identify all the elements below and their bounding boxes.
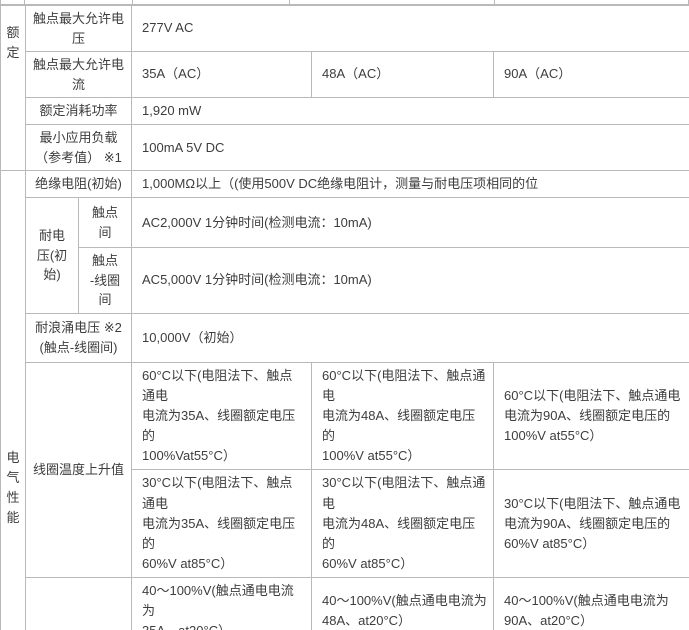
row-power-consumption: 额定消耗功率 1,920 mW <box>1 98 689 125</box>
row-insulation-resistance: 电 气 性 能 绝缘电阻(初始) 1,000MΩ以上（(使用500V DC绝缘电… <box>1 171 689 198</box>
temp-rise-100pct-35a: 60°C以下(电阻法下、触点通电 电流为35A、线圈额定电压的 100%Vat5… <box>132 362 312 470</box>
contacts-coil-value: AC5,000V 1分钟时间(检测电流：10mA) <box>132 248 689 314</box>
group-rated: 额 定 <box>1 6 26 171</box>
partial-top-divider <box>24 0 25 4</box>
power-consumption-label: 额定消耗功率 <box>26 98 132 125</box>
temp-rise-60pct-35a: 30°C以下(电阻法下、触点通电 电流为35A、线圈额定电压的 60%V at8… <box>132 470 312 578</box>
min-load-value: 100mA 5V DC <box>132 125 689 171</box>
partial-top-divider <box>494 0 495 4</box>
surge-voltage-label: 耐浪涌电压 ※2 (触点-线圈间) <box>26 313 132 362</box>
row-surge-voltage: 耐浪涌电压 ※2 (触点-线圈间) 10,000V（初始） <box>1 313 689 362</box>
max-contact-current-label: 触点最大允许电 流 <box>26 52 132 98</box>
partial-top-divider <box>289 0 290 4</box>
coil-temp-rise-label: 线圈温度上升值 <box>26 362 132 577</box>
insulation-resistance-label: 绝缘电阻(初始) <box>26 171 132 198</box>
spec-page: 额 定 触点最大允许电 压 277V AC 触点最大允许电 流 35A（AC） … <box>0 0 689 630</box>
max-contact-voltage-value: 277V AC <box>132 6 689 52</box>
min-load-label: 最小应用负载 （参考值） ※1 <box>26 125 132 171</box>
row-temp-rise-100pct: 线圈温度上升值 60°C以下(电阻法下、触点通电 电流为35A、线圈额定电压的 … <box>1 362 689 470</box>
row-withstand-contacts-coil: 触点 -线圈 间 AC5,000V 1分钟时间(检测电流：10mA) <box>1 248 689 314</box>
coil-holding-voltage-label: 线圈保持电压 ※3 <box>26 578 132 630</box>
row-max-contact-voltage: 额 定 触点最大允许电 压 277V AC <box>1 6 689 52</box>
max-contact-voltage-label: 触点最大允许电 压 <box>26 6 132 52</box>
between-contacts-label: 触点 间 <box>79 198 132 248</box>
row-max-contact-current: 触点最大允许电 流 35A（AC） 48A（AC） 90A（AC） <box>1 52 689 98</box>
temp-rise-100pct-48a: 60°C以下(电阻法下、触点通电 电流为48A、线圈额定电压的 100%V at… <box>312 362 494 470</box>
temp-rise-60pct-48a: 30°C以下(电阻法下、触点通电 电流为48A、线圈额定电压的 60%V at8… <box>312 470 494 578</box>
partial-top-divider <box>132 0 133 4</box>
holding-voltage-20c-48a: 40～100%V(触点通电电流为 48A、at20°C） <box>312 578 494 630</box>
max-contact-current-90a: 90A（AC） <box>494 52 689 98</box>
withstand-voltage-label: 耐电 压(初 始) <box>26 198 79 314</box>
temp-rise-100pct-90a: 60°C以下(电阻法下、触点通电 电流为90A、线圈额定电压的 100%V at… <box>494 362 689 470</box>
row-holding-voltage-20c: 线圈保持电压 ※3 40～100%V(触点通电电流为 35A、at20°C） 4… <box>1 578 689 630</box>
surge-voltage-value: 10,000V（初始） <box>132 313 689 362</box>
between-contacts-value: AC2,000V 1分钟时间(检测电流：10mA) <box>132 198 689 248</box>
row-withstand-between-contacts: 耐电 压(初 始) 触点 间 AC2,000V 1分钟时间(检测电流：10mA) <box>1 198 689 248</box>
holding-voltage-20c-90a: 40～100%V(触点通电电流为 90A、at20°C） <box>494 578 689 630</box>
contacts-coil-label: 触点 -线圈 间 <box>79 248 132 314</box>
max-contact-current-35a: 35A（AC） <box>132 52 312 98</box>
insulation-resistance-value: 1,000MΩ以上（(使用500V DC绝缘电阻计，测量与耐电压项相同的位 <box>132 171 689 198</box>
row-min-load: 最小应用负载 （参考值） ※1 100mA 5V DC <box>1 125 689 171</box>
max-contact-current-48a: 48A（AC） <box>312 52 494 98</box>
group-electrical: 电 气 性 能 <box>1 171 26 630</box>
holding-voltage-20c-35a: 40～100%V(触点通电电流为 35A、at20°C） <box>132 578 312 630</box>
partial-row-top <box>0 0 689 5</box>
spec-table: 额 定 触点最大允许电 压 277V AC 触点最大允许电 流 35A（AC） … <box>0 5 689 630</box>
power-consumption-value: 1,920 mW <box>132 98 689 125</box>
temp-rise-60pct-90a: 30°C以下(电阻法下、触点通电 电流为90A、线圈额定电压的 60%V at8… <box>494 470 689 578</box>
